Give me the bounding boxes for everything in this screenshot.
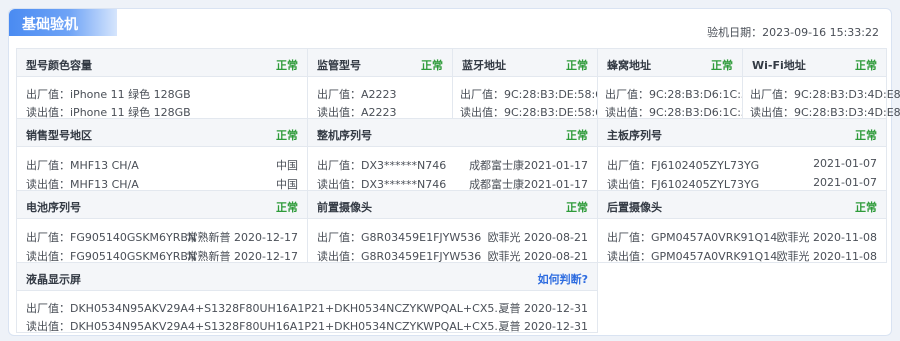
- status-badge: 正常: [566, 59, 588, 72]
- cell-device-serial: 整机序列号 正常 出厂值：DX3******N746 成都富士康2021-01-17…: [307, 118, 598, 191]
- cell-wifi-address: Wi-Fi地址 正常 出厂值：9C:28:B3:D3:4D:E8 读出值：9C:2…: [742, 48, 900, 119]
- cell-cellular-address: 蜂窝地址 正常 出厂值：9C:28:B3:D6:1C:31 读出值：9C:28:B…: [597, 48, 755, 119]
- cell-title: 主板序列号: [607, 129, 662, 142]
- factory-value-row: 出厂值：A2223: [317, 88, 397, 101]
- panel-title: 基础验机: [22, 17, 78, 33]
- status-badge: 正常: [276, 129, 298, 142]
- factory-value-row: 出厂值：9C:28:B3:D6:1C:31: [605, 88, 755, 101]
- cell-title: 型号颜色容量: [26, 59, 92, 72]
- status-badge: 正常: [421, 59, 443, 72]
- cell-title: 后置摄像头: [607, 201, 662, 214]
- read-value-row: 读出值：FG905140GSKM6YRBN 常熟新普 2020-12-17: [26, 250, 298, 263]
- read-value-row: 读出值：9C:28:B3:DE:58:6D: [460, 106, 611, 119]
- cell-title: Wi-Fi地址: [752, 59, 806, 72]
- factory-value-row: 出厂值：DKH0534N95AKV29A4+S1328F80UH16A1P21+…: [26, 302, 588, 315]
- factory-value-row: 出厂值：DX3******N746 成都富士康2021-01-17: [317, 159, 588, 172]
- cell-battery-serial: 电池序列号 正常 出厂值：FG905140GSKM6YRBN 常熟新普 2020-1…: [16, 190, 308, 263]
- cell-title: 电池序列号: [26, 201, 81, 214]
- cell-title: 蜂窝地址: [607, 59, 651, 72]
- cell-lcd-display: 液晶显示屏 如何判断? 出厂值：DKH0534N95AKV29A4+S1328F8…: [16, 262, 598, 333]
- factory-value-row: 出厂值：G8R03459E1FJYW536 欧菲光 2020-08-21: [317, 231, 588, 244]
- read-value-row: 读出值：GPM0457A0VRK91Q14 欧菲光 2020-11-08: [607, 250, 877, 263]
- read-value-row: 读出值：DKH0534N95AKV29A4+S1328F80UH16A1P21+…: [26, 320, 588, 333]
- cell-title: 液晶显示屏: [26, 273, 81, 286]
- read-value-row: 读出值：9C:28:B3:D6:1C:31: [605, 106, 755, 119]
- status-badge: 正常: [566, 129, 588, 142]
- panel-title-tab: 基础验机: [9, 9, 117, 36]
- cell-title: 蓝牙地址: [462, 59, 506, 72]
- status-badge: 正常: [855, 129, 877, 142]
- factory-value-row: 出厂值：GPM0457A0VRK91Q14 欧菲光 2020-11-08: [607, 231, 877, 244]
- basic-inspection-panel: 基础验机 验机日期：2023-09-16 15:33:22 型号颜色容量 正常 出…: [8, 8, 900, 336]
- cell-model-color-capacity: 型号颜色容量 正常 出厂值：iPhone 11 绿色 128GB 读出值：iPho…: [16, 48, 308, 119]
- factory-value-row: 出厂值：FJ6102405ZYL73YG 2021-01-07: [607, 157, 877, 172]
- cell-title: 监管型号: [317, 59, 361, 72]
- read-value-row: 读出值：iPhone 11 绿色 128GB: [26, 106, 191, 119]
- status-badge: 正常: [566, 201, 588, 214]
- cell-bluetooth-address: 蓝牙地址 正常 出厂值：9C:28:B3:DE:58:6D 读出值：9C:28:B…: [452, 48, 611, 119]
- factory-value-row: 出厂值：iPhone 11 绿色 128GB: [26, 88, 191, 101]
- cell-sales-model-region: 销售型号地区 正常 出厂值：MHF13 CH/A 中国 读出值：MHF13 CH/A…: [16, 118, 308, 191]
- read-value-row: 读出值：DX3******N746 成都富士康2021-01-17: [317, 178, 588, 191]
- read-value-row: 读出值：MHF13 CH/A 中国: [26, 178, 298, 191]
- factory-value-row: 出厂值：9C:28:B3:D3:4D:E8: [750, 88, 900, 101]
- cell-board-serial: 主板序列号 正常 出厂值：FJ6102405ZYL73YG 2021-01-07 读…: [597, 118, 887, 191]
- read-value-row: 读出值：G8R03459E1FJYW536 欧菲光 2020-08-21: [317, 250, 588, 263]
- cell-title: 销售型号地区: [26, 129, 92, 142]
- factory-value-row: 出厂值：MHF13 CH/A 中国: [26, 159, 298, 172]
- read-value-row: 读出值：A2223: [317, 106, 397, 119]
- status-badge: 正常: [276, 59, 298, 72]
- cell-title: 整机序列号: [317, 129, 372, 142]
- cell-title: 前置摄像头: [317, 201, 372, 214]
- status-badge: 正常: [276, 201, 298, 214]
- cell-rear-camera: 后置摄像头 正常 出厂值：GPM0457A0VRK91Q14 欧菲光 2020-11…: [597, 190, 887, 263]
- status-badge: 正常: [855, 201, 877, 214]
- status-badge: 正常: [855, 59, 877, 72]
- factory-value-row: 出厂值：9C:28:B3:DE:58:6D: [460, 88, 611, 101]
- factory-value-row: 出厂值：FG905140GSKM6YRBN 常熟新普 2020-12-17: [26, 231, 298, 244]
- check-date: 验机日期：2023-09-16 15:33:22: [707, 26, 879, 39]
- cell-regulatory-model: 监管型号 正常 出厂值：A2223 读出值：A2223: [307, 48, 453, 119]
- cell-front-camera: 前置摄像头 正常 出厂值：G8R03459E1FJYW536 欧菲光 2020-08…: [307, 190, 598, 263]
- how-to-judge-link[interactable]: 如何判断?: [538, 271, 588, 287]
- read-value-row: 读出值：FJ6102405ZYL73YG 2021-01-07: [607, 176, 877, 191]
- status-badge: 正常: [711, 59, 733, 72]
- read-value-row: 读出值：9C:28:B3:D3:4D:E8: [750, 106, 900, 119]
